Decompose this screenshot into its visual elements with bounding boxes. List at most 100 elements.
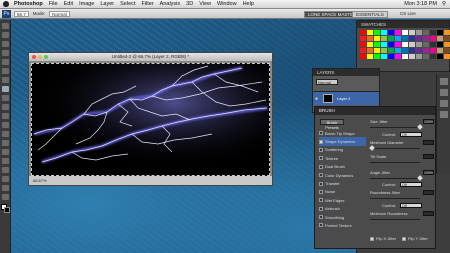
brush-setting-item[interactable]: Airbrush xyxy=(319,205,366,213)
adjustments-icon[interactable] xyxy=(440,78,448,85)
brush-setting-checkbox[interactable] xyxy=(319,164,323,169)
size-control-select[interactable]: Off xyxy=(400,132,422,137)
color-swatch[interactable] xyxy=(444,30,450,35)
workspace-essentials[interactable]: ESSENTIALS xyxy=(352,11,388,18)
color-swatch[interactable] xyxy=(409,48,415,53)
color-swatch[interactable] xyxy=(409,30,415,35)
move-tool-icon[interactable] xyxy=(2,23,9,29)
image-canvas[interactable] xyxy=(31,63,270,176)
color-swatch[interactable] xyxy=(367,48,373,53)
color-swatch[interactable] xyxy=(416,36,422,41)
color-swatch[interactable] xyxy=(423,36,429,41)
color-swatch[interactable] xyxy=(437,36,443,41)
brush-setting-checkbox[interactable] xyxy=(319,206,323,211)
color-swatch[interactable] xyxy=(388,42,394,47)
menu-analysis[interactable]: Analysis xyxy=(160,1,180,7)
spotlight-icon[interactable]: ⚲ xyxy=(442,1,446,7)
color-swatch[interactable] xyxy=(402,30,408,35)
color-swatch[interactable] xyxy=(360,30,366,35)
background-color-swatch[interactable] xyxy=(4,207,10,213)
color-swatch[interactable] xyxy=(388,36,394,41)
color-swatch[interactable] xyxy=(367,42,373,47)
brush-setting-item[interactable]: Scattering xyxy=(319,146,366,154)
brush-setting-item[interactable]: Transfer xyxy=(319,179,366,187)
menu-select[interactable]: Select xyxy=(120,1,135,7)
brush-setting-checkbox[interactable] xyxy=(319,139,323,144)
color-swatch[interactable] xyxy=(423,42,429,47)
pen-tool-icon[interactable] xyxy=(2,149,9,155)
swatches-tab[interactable]: SWATCHES xyxy=(357,21,449,28)
flip-y-option[interactable]: Flip Y Jitter xyxy=(402,236,428,241)
color-swatch[interactable] xyxy=(423,48,429,53)
color-swatch[interactable] xyxy=(381,42,387,47)
color-swatch[interactable] xyxy=(437,42,443,47)
brush-tab[interactable]: BRUSH xyxy=(315,107,435,115)
shape-tool-icon[interactable] xyxy=(2,176,9,182)
color-swatch[interactable] xyxy=(437,48,443,53)
document-titlebar[interactable]: Untitled-2 @ 66.7% (Layer 2, RGB/8) * xyxy=(29,53,272,61)
color-swatch[interactable] xyxy=(409,54,415,59)
menu-file[interactable]: File xyxy=(49,1,58,7)
close-button[interactable] xyxy=(32,55,36,59)
brush-setting-checkbox[interactable] xyxy=(319,181,323,186)
dodge-tool-icon[interactable] xyxy=(2,140,9,146)
color-swatch[interactable] xyxy=(388,30,394,35)
min-roundness-value[interactable] xyxy=(423,211,434,216)
lasso-tool-icon[interactable] xyxy=(2,41,9,47)
color-swatch[interactable] xyxy=(416,30,422,35)
color-swatch[interactable] xyxy=(374,48,380,53)
color-swatch[interactable] xyxy=(423,54,429,59)
color-swatch[interactable] xyxy=(437,30,443,35)
color-swatch[interactable] xyxy=(430,54,436,59)
roundness-jitter-slider[interactable] xyxy=(370,198,420,199)
crop-tool-icon[interactable] xyxy=(2,59,9,65)
color-swatch[interactable] xyxy=(444,42,450,47)
angle-control-select[interactable]: Off xyxy=(400,182,422,187)
menu-filter[interactable]: Filter xyxy=(141,1,153,7)
layer-row[interactable]: ● Layer 2 xyxy=(313,91,379,105)
color-swatch[interactable] xyxy=(374,42,380,47)
brush-setting-item[interactable]: Brush Tip Shape xyxy=(319,129,366,137)
tilt-scale-slider[interactable] xyxy=(370,162,420,163)
path-select-tool-icon[interactable] xyxy=(2,167,9,173)
color-swatch[interactable] xyxy=(402,36,408,41)
marquee-tool-icon[interactable] xyxy=(2,32,9,38)
color-swatch[interactable] xyxy=(423,30,429,35)
eraser-tool-icon[interactable] xyxy=(2,113,9,119)
color-swatch[interactable] xyxy=(367,54,373,59)
color-swatch[interactable] xyxy=(395,54,401,59)
roundness-jitter-value[interactable] xyxy=(423,190,434,195)
min-diameter-value[interactable] xyxy=(423,140,434,145)
angle-jitter-slider[interactable] xyxy=(370,175,423,181)
brush-setting-item[interactable]: Dual Brush xyxy=(319,163,366,171)
color-swatch[interactable] xyxy=(402,48,408,53)
flip-x-checkbox[interactable] xyxy=(370,236,374,241)
layer-name[interactable]: Layer 2 xyxy=(337,96,350,101)
brush-setting-item[interactable]: Smoothing xyxy=(319,213,366,221)
brush-setting-item[interactable]: Noise xyxy=(319,188,366,196)
color-swatch[interactable] xyxy=(395,42,401,47)
brush-setting-checkbox[interactable] xyxy=(319,223,323,228)
color-swatch[interactable] xyxy=(409,36,415,41)
color-swatch[interactable] xyxy=(381,54,387,59)
min-diameter-knob[interactable] xyxy=(369,145,375,151)
blur-tool-icon[interactable] xyxy=(2,131,9,137)
hand-tool-icon[interactable] xyxy=(2,185,9,191)
type-tool-icon[interactable] xyxy=(2,158,9,164)
size-jitter-value[interactable]: 100% xyxy=(423,119,434,124)
zoom-tool-icon[interactable] xyxy=(2,194,9,200)
brush-tool-icon[interactable] xyxy=(2,86,9,92)
minimize-button[interactable] xyxy=(38,55,42,59)
stamp-tool-icon[interactable] xyxy=(2,95,9,101)
color-swatch[interactable] xyxy=(374,30,380,35)
angle-jitter-knob[interactable] xyxy=(417,175,423,181)
color-swatch[interactable] xyxy=(367,30,373,35)
color-swatch[interactable] xyxy=(430,30,436,35)
color-swatch[interactable] xyxy=(388,48,394,53)
menu-layer[interactable]: Layer xyxy=(100,1,114,7)
swatch-grid[interactable] xyxy=(357,28,450,61)
color-swatch[interactable] xyxy=(374,54,380,59)
tilt-scale-value[interactable] xyxy=(423,154,434,159)
menu-edit[interactable]: Edit xyxy=(64,1,73,7)
eyedropper-tool-icon[interactable] xyxy=(2,68,9,74)
